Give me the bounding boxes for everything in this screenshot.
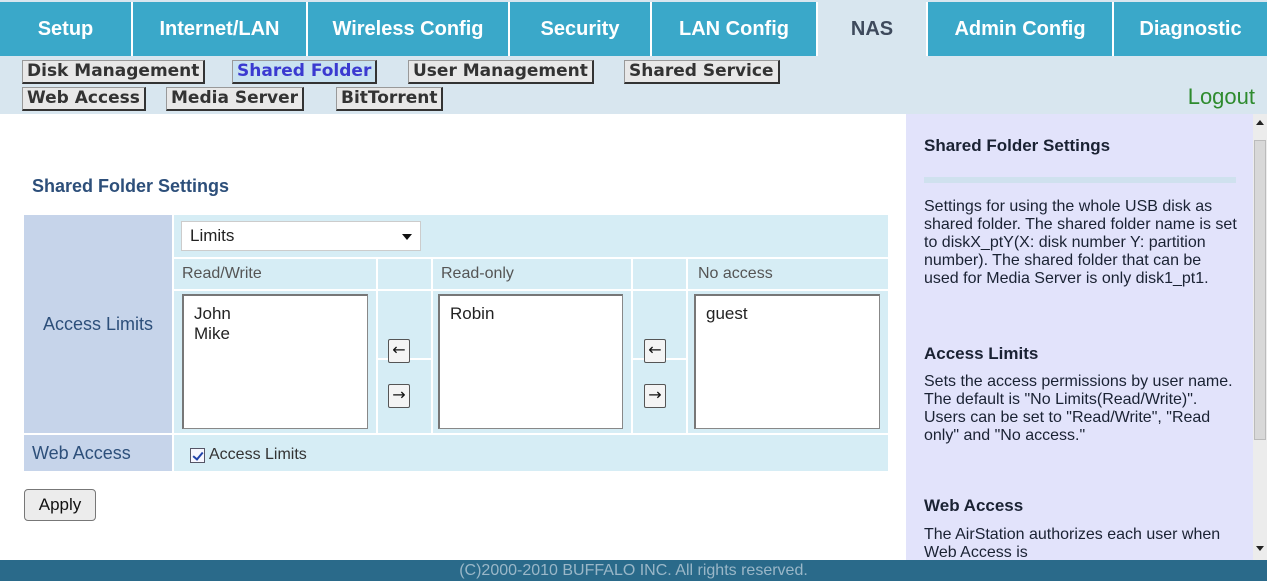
scroll-down-icon[interactable]: [1256, 546, 1264, 551]
move-to-no-access-button[interactable]: →: [644, 384, 666, 408]
tab-internet-lan[interactable]: Internet/LAN: [133, 2, 308, 56]
no-access-listbox[interactable]: guest: [694, 294, 880, 429]
help-web-access-heading: Web Access: [924, 496, 1024, 515]
header-spacer-2: [633, 259, 686, 289]
list-item[interactable]: Mike: [194, 324, 357, 344]
web-access-limits-label: Access Limits: [209, 446, 307, 463]
tab-admin-config[interactable]: Admin Config: [928, 2, 1114, 56]
header-spacer-1: [378, 259, 431, 289]
list-item[interactable]: Robin: [450, 304, 612, 324]
tab-wireless-config[interactable]: Wireless Config: [308, 2, 510, 56]
subnav-user-management[interactable]: User Management: [408, 60, 594, 84]
scroll-up-icon[interactable]: [1256, 120, 1264, 125]
web-access-limits-checkbox[interactable]: [190, 447, 205, 463]
tab-setup[interactable]: Setup: [0, 2, 133, 56]
tab-security[interactable]: Security: [510, 2, 652, 56]
sub-nav: Disk Management Shared Folder User Manag…: [0, 56, 1267, 114]
page-title: Shared Folder Settings: [32, 176, 230, 196]
help-title: Shared Folder Settings: [924, 136, 1111, 155]
help-access-limits-text: Sets the access permissions by user name…: [924, 373, 1233, 444]
subnav-shared-service[interactable]: Shared Service: [624, 60, 780, 84]
help-intro: Settings for using the whole USB disk as…: [924, 198, 1237, 287]
apply-button[interactable]: Apply: [24, 489, 96, 521]
list-item[interactable]: John: [194, 304, 357, 324]
read-write-header: Read/Write: [174, 259, 376, 289]
top-nav: Setup Internet/LAN Wireless Config Secur…: [0, 0, 1267, 56]
help-panel: Shared Folder Settings Settings for usin…: [906, 114, 1253, 560]
no-access-header: No access: [688, 259, 888, 289]
access-mode-value: Limits: [190, 226, 235, 245]
help-divider: [924, 177, 1236, 183]
scroll-thumb[interactable]: [1254, 140, 1266, 440]
move-to-read-write-button[interactable]: ←: [388, 339, 410, 363]
logout-link[interactable]: Logout: [1188, 84, 1255, 110]
read-only-listbox[interactable]: Robin: [438, 294, 623, 429]
tab-lan-config[interactable]: LAN Config: [652, 2, 818, 56]
help-access-limits-heading: Access Limits: [924, 344, 1039, 363]
footer-copyright: (C)2000-2010 BUFFALO INC. All rights res…: [0, 560, 1267, 581]
web-access-limits-option: Access Limits: [190, 446, 307, 464]
move-to-read-only-button[interactable]: →: [388, 384, 410, 408]
web-access-label: Web Access: [24, 435, 172, 471]
help-web-access-text: The AirStation authorizes each user when…: [924, 526, 1221, 560]
tab-nas[interactable]: NAS: [818, 2, 928, 56]
subnav-media-server[interactable]: Media Server: [166, 87, 304, 111]
main-content: Shared Folder Settings Access Limits Lim…: [0, 114, 906, 560]
subnav-disk-management[interactable]: Disk Management: [22, 60, 206, 84]
subnav-web-access[interactable]: Web Access: [22, 87, 146, 111]
tab-diagnostic[interactable]: Diagnostic: [1114, 2, 1267, 56]
read-only-header: Read-only: [433, 259, 631, 289]
chevron-down-icon: [402, 234, 412, 240]
access-mode-select[interactable]: Limits: [181, 221, 421, 251]
read-write-listbox[interactable]: John Mike: [182, 294, 368, 429]
help-scrollbar[interactable]: [1253, 114, 1267, 560]
access-limits-label: Access Limits: [24, 215, 172, 433]
subnav-bittorrent[interactable]: BitTorrent: [336, 87, 444, 111]
subnav-shared-folder[interactable]: Shared Folder: [232, 60, 378, 84]
move-to-read-only-from-none-button[interactable]: ←: [644, 339, 666, 363]
list-item[interactable]: guest: [706, 304, 869, 324]
